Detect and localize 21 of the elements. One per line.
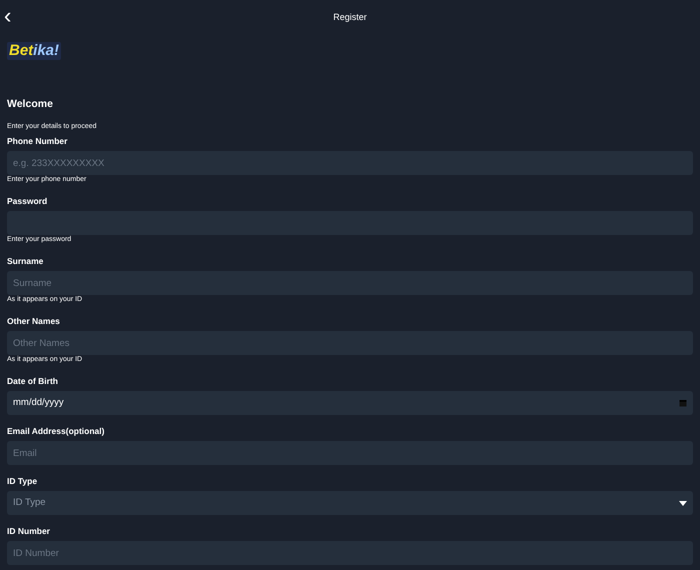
field-label: Other Names [7, 315, 61, 327]
back-button[interactable]: ‹ [2, 5, 14, 27]
field-label: Date of Birth [7, 375, 59, 387]
field-label: ID Type [7, 475, 38, 487]
field-label: Email Address(optional) [7, 425, 106, 437]
field-label: Phone Number [7, 135, 68, 147]
input-field[interactable]: ID Number [7, 541, 693, 565]
input-field[interactable]: Surname [7, 271, 693, 295]
field-label: Surname [7, 255, 44, 267]
calendar-icon[interactable] [679, 399, 687, 407]
caret-icon [679, 500, 687, 506]
input-field[interactable]: Email [7, 441, 693, 465]
welcome-heading: Welcome [7, 97, 54, 111]
field-label: Password [7, 195, 48, 207]
input-field[interactable]: e.g. 233XXXXXXXXX [7, 151, 693, 175]
logo: Betika! [7, 42, 62, 60]
select-field[interactable]: ID Type [7, 491, 693, 515]
page-title: Register [333, 12, 367, 22]
field-label: ID Number [7, 525, 51, 537]
input-field[interactable]: Other Names [7, 331, 693, 355]
date-field[interactable]: mm/dd/yyyy [7, 391, 693, 415]
